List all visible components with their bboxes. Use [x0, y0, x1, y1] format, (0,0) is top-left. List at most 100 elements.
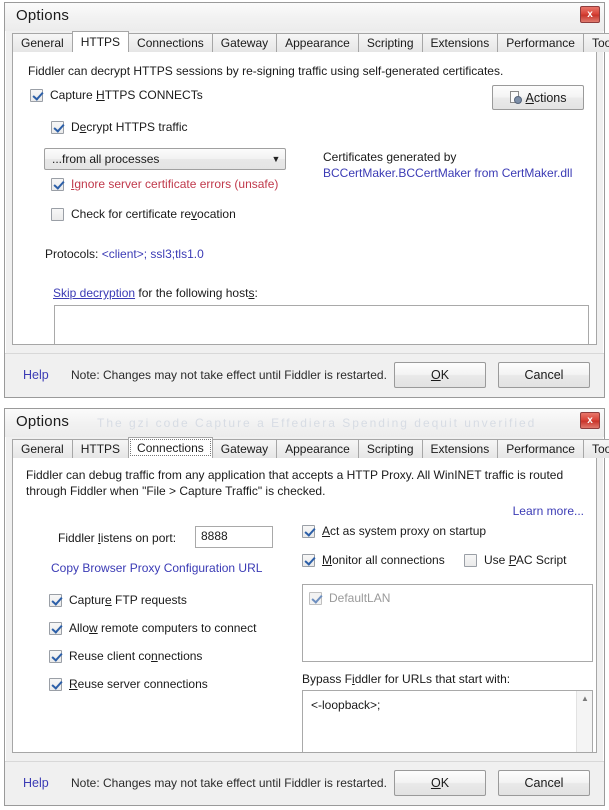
close-icon[interactable]: x	[580, 6, 600, 23]
tabstrip-connections: General HTTPS Connections Gateway Appear…	[12, 437, 609, 458]
tab-gateway[interactable]: Gateway	[211, 439, 278, 458]
checkbox-decrypt-https-traffic[interactable]: Decrypt HTTPS traffic	[51, 120, 188, 134]
tab-https[interactable]: HTTPS	[71, 439, 130, 458]
skip-decryption-link[interactable]: Skip decryption	[53, 286, 135, 300]
checkbox-box[interactable]	[30, 88, 43, 102]
port-input[interactable]: 8888	[195, 526, 273, 548]
actions-button-label: Actions	[525, 90, 567, 105]
checkbox-capture-https-connects[interactable]: Capture HTTPS CONNECTs	[30, 88, 203, 102]
tab-general[interactable]: General	[12, 33, 73, 52]
bypass-label: Bypass Fiddler for URLs that start with:	[302, 672, 511, 686]
checkbox-use-pac-script[interactable]: Use PAC Script	[464, 553, 567, 567]
checkbox-box[interactable]	[49, 649, 62, 663]
footer-https: Help Note: Changes may not take effect u…	[5, 353, 604, 397]
titlebar-connections: Options The gzi code Capture a Effediera…	[5, 409, 604, 437]
checkbox-label: Use PAC Script	[484, 553, 567, 567]
bypass-urls-value: <-loopback>;	[311, 698, 381, 712]
checkbox-label: Monitor all connections	[322, 553, 445, 567]
checkbox-box[interactable]	[302, 553, 315, 567]
checkbox-allow-remote-computers[interactable]: Allow remote computers to connect	[49, 621, 256, 635]
checkbox-box[interactable]	[51, 207, 64, 221]
list-item[interactable]: DefaultLAN	[309, 591, 592, 605]
checkbox-label: Reuse client connections	[69, 649, 203, 663]
tab-general[interactable]: General	[12, 439, 73, 458]
tab-scripting[interactable]: Scripting	[357, 33, 423, 52]
tabstrip-https: General HTTPS Connections Gateway Appear…	[12, 31, 609, 52]
process-scope-value: ...from all processes	[52, 152, 160, 166]
skip-decryption-row: Skip decryption for the following hosts:	[53, 286, 258, 300]
checkbox-ignore-cert-errors[interactable]: Ignore server certificate errors (unsafe…	[51, 177, 278, 191]
close-icon[interactable]: x	[580, 412, 600, 429]
https-description: Fiddler can decrypt HTTPS sessions by re…	[28, 64, 504, 78]
tab-performance[interactable]: Performance	[497, 33, 584, 52]
chevron-down-icon[interactable]: ▼	[267, 154, 285, 164]
copy-proxy-url-link[interactable]: Copy Browser Proxy Configuration URL	[51, 561, 262, 575]
checkbox-label: Decrypt HTTPS traffic	[71, 120, 188, 134]
connections-description-line1: Fiddler can debug traffic from any appli…	[26, 468, 564, 482]
checkbox-box[interactable]	[464, 553, 477, 567]
checkbox-reuse-server-connections[interactable]: Reuse server connections	[49, 677, 208, 691]
cancel-button[interactable]: Cancel	[498, 362, 590, 388]
dialog-title: Options	[16, 413, 70, 430]
checkbox-box[interactable]	[49, 677, 62, 691]
titlebar-https: Options x	[5, 3, 604, 31]
footer-connections: Help Note: Changes may not take effect u…	[5, 761, 604, 805]
checkbox-monitor-all-connections[interactable]: Monitor all connections	[302, 553, 445, 567]
protocols-value-link[interactable]: <client>; ssl3;tls1.0	[102, 247, 204, 261]
tab-extensions[interactable]: Extensions	[421, 439, 499, 458]
checkbox-box[interactable]	[302, 524, 315, 538]
checkbox-label: Capture HTTPS CONNECTs	[50, 88, 203, 102]
options-dialog-connections: Options The gzi code Capture a Effediera…	[4, 408, 609, 806]
help-link[interactable]: Help	[23, 368, 49, 382]
checkbox-label: Ignore server certificate errors (unsafe…	[71, 177, 279, 191]
protocols-row: Protocols: <client>; ssl3;tls1.0	[45, 247, 204, 261]
checkbox-box[interactable]	[49, 593, 62, 607]
cancel-button[interactable]: Cancel	[498, 770, 590, 796]
tab-connections[interactable]: Connections	[128, 33, 213, 52]
checkbox-box[interactable]	[51, 177, 64, 191]
checkbox-label: Act as system proxy on startup	[322, 524, 487, 538]
actions-button[interactable]: Actions	[492, 85, 584, 110]
list-item-label: DefaultLAN	[329, 591, 391, 605]
titlebar-ghost-text: The gzi code Capture a Effediera Spendin…	[97, 416, 537, 430]
ok-button[interactable]: OK	[394, 362, 486, 388]
checkbox-label: Reuse server connections	[69, 677, 208, 691]
scroll-up-icon[interactable]: ▲	[577, 691, 592, 707]
restart-note: Note: Changes may not take effect until …	[71, 368, 387, 382]
process-scope-dropdown[interactable]: ...from all processes ▼	[44, 148, 286, 170]
dialog-title: Options	[16, 7, 70, 24]
lan-adapters-listbox[interactable]: DefaultLAN	[302, 584, 593, 662]
tab-performance[interactable]: Performance	[497, 439, 584, 458]
learn-more-link[interactable]: Learn more...	[513, 504, 584, 518]
tab-appearance[interactable]: Appearance	[276, 33, 359, 52]
checkbox-box[interactable]	[49, 621, 62, 635]
certificate-provider-link[interactable]: BCCertMaker.BCCertMaker from CertMaker.d…	[323, 166, 572, 180]
tab-scripting[interactable]: Scripting	[357, 439, 423, 458]
tab-https[interactable]: HTTPS	[71, 31, 130, 52]
tab-gateway[interactable]: Gateway	[211, 33, 278, 52]
checkbox-label: Check for certificate revocation	[71, 207, 236, 221]
page-gear-icon	[509, 91, 523, 104]
tabpage-https: Fiddler can decrypt HTTPS sessions by re…	[12, 51, 597, 345]
protocols-label: Protocols:	[45, 247, 99, 261]
tab-tools[interactable]: Tools	[582, 33, 609, 52]
help-link[interactable]: Help	[23, 776, 49, 790]
ok-button[interactable]: OK	[394, 770, 486, 796]
checkbox-reuse-client-connections[interactable]: Reuse client connections	[49, 649, 202, 663]
checkbox-check-cert-revocation[interactable]: Check for certificate revocation	[51, 207, 236, 221]
tab-appearance[interactable]: Appearance	[276, 439, 359, 458]
checkbox-label: Allow remote computers to connect	[69, 621, 257, 635]
bypass-scrollbar[interactable]: ▲ ▼	[576, 691, 592, 752]
tab-connections[interactable]: Connections	[128, 437, 213, 458]
tab-extensions[interactable]: Extensions	[421, 33, 499, 52]
bypass-urls-textarea[interactable]: <-loopback>; ▲ ▼	[302, 690, 593, 752]
skip-decryption-hosts-textarea[interactable]	[54, 305, 589, 344]
tab-tools[interactable]: Tools	[582, 439, 609, 458]
checkbox-act-as-system-proxy[interactable]: Act as system proxy on startup	[302, 524, 486, 538]
certificates-generated-by-label: Certificates generated by	[323, 150, 457, 164]
tabpage-connections: Fiddler can debug traffic from any appli…	[12, 457, 597, 753]
checkbox-box[interactable]	[51, 120, 64, 134]
checkbox-label: Capture FTP requests	[69, 593, 187, 607]
checkbox-box[interactable]	[309, 591, 322, 605]
checkbox-capture-ftp-requests[interactable]: Capture FTP requests	[49, 593, 187, 607]
